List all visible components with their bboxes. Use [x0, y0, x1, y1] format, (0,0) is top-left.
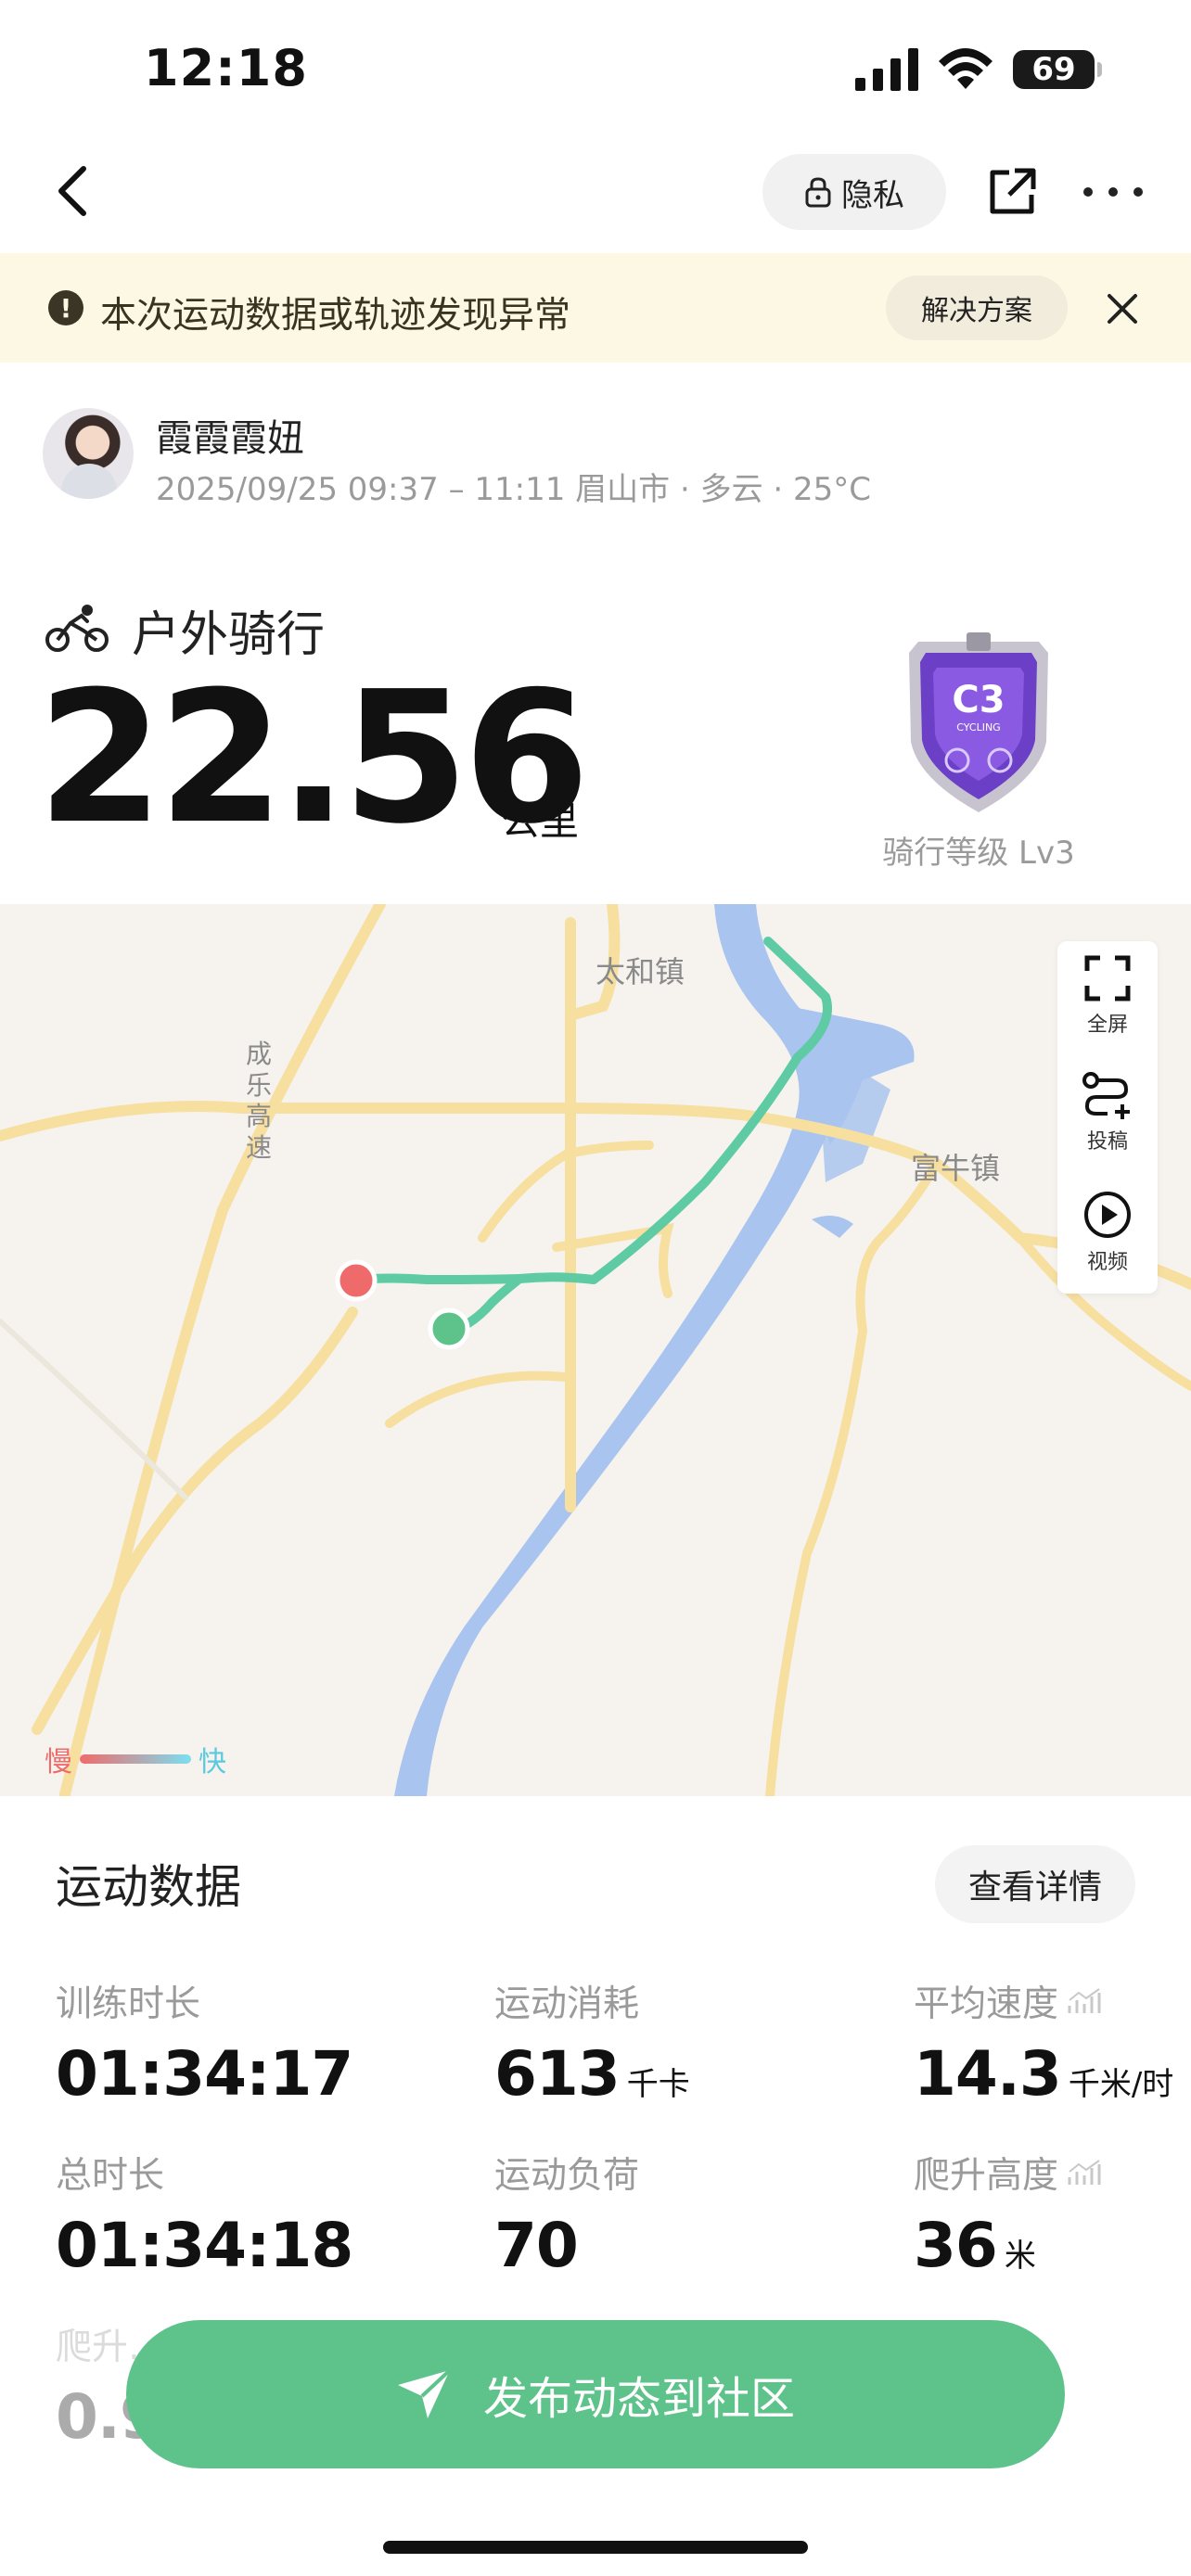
speed-gradient-bar: [80, 1754, 191, 1764]
stat-unit: 米: [1004, 2238, 1036, 2275]
town-label: 太和镇: [596, 954, 685, 989]
submit-route-label: 投稿: [1086, 1130, 1128, 1154]
user-name[interactable]: 霞霞霞妞: [156, 408, 304, 462]
distance-unit: 公里: [501, 798, 580, 844]
fullscreen-label: 全屏: [1086, 1014, 1128, 1037]
stat-label: 训练时长: [56, 1983, 201, 2025]
start-point-marker: [428, 1307, 470, 1350]
warning-text: 本次运动数据或轨迹发现异常: [100, 295, 571, 337]
avatar[interactable]: [43, 408, 134, 499]
stat-training-duration: 训练时长 01:34:17: [56, 1975, 353, 2110]
map-canvas: [0, 904, 1191, 1796]
play-icon: [1084, 1192, 1131, 1238]
chart-trend-icon: [1068, 1988, 1101, 2013]
solution-button[interactable]: 解决方案: [886, 275, 1068, 340]
route-add-icon: [1082, 1072, 1130, 1119]
share-button[interactable]: [985, 165, 1039, 219]
badge-text: C3: [952, 679, 1005, 721]
lock-icon: [805, 177, 831, 208]
privacy-label: 隐私: [841, 176, 904, 214]
cellular-signal-icon: [855, 48, 918, 91]
dot-icon: [1083, 187, 1093, 197]
stat-unit: 千卡: [626, 2066, 690, 2103]
stat-value: 01:34:18: [56, 2210, 353, 2281]
dot-icon: [1108, 187, 1118, 197]
stat-value: 36 米: [914, 2210, 1036, 2281]
more-options-button[interactable]: [1083, 176, 1143, 208]
badge-level-label: 骑行等级 Lv3: [882, 835, 1075, 872]
alert-icon: !: [48, 290, 83, 325]
video-button[interactable]: 视频: [1057, 1190, 1158, 1292]
close-icon[interactable]: [1104, 290, 1141, 327]
route-map[interactable]: 太和镇 富牛镇 成乐高速 全屏 投稿 视频 慢 快: [0, 904, 1191, 1796]
speed-legend: 慢 快: [45, 1739, 226, 1779]
battery-indicator: 69: [1013, 50, 1102, 89]
activity-meta: 2025/09/25 09:37 – 11:11 眉山市 · 多云 · 25°C: [156, 471, 872, 508]
stat-total-duration: 总时长 01:34:18: [56, 2147, 353, 2281]
stat-value: 01:34:17: [56, 2038, 353, 2110]
wifi-icon: [939, 48, 992, 89]
submit-route-button[interactable]: 投稿: [1057, 1071, 1158, 1173]
legend-slow: 慢: [45, 1746, 72, 1779]
warning-banner: ! 本次运动数据或轨迹发现异常 解决方案: [0, 253, 1191, 363]
town-label: 富牛镇: [911, 1151, 1001, 1186]
stat-label: 运动负荷: [494, 2155, 640, 2197]
video-label: 视频: [1086, 1251, 1128, 1274]
stat-label: 爬升高度: [914, 2147, 1101, 2199]
chart-trend-icon: [1068, 2160, 1101, 2185]
cycling-icon: [45, 605, 109, 652]
back-button[interactable]: [46, 165, 98, 217]
badge-subtext: CYCLING: [956, 721, 1000, 733]
end-point-marker: [335, 1259, 378, 1302]
legend-fast: 快: [198, 1746, 226, 1779]
stat-value: 70: [494, 2210, 579, 2281]
post-label: 发布动态到社区: [482, 2373, 795, 2425]
fullscreen-button[interactable]: 全屏: [1057, 954, 1158, 1056]
status-time: 12:18: [144, 39, 308, 97]
stat-calories: 运动消耗 613 千卡: [494, 1975, 690, 2110]
map-toolbar: 全屏 投稿 视频: [1057, 941, 1158, 1294]
view-details-button[interactable]: 查看详情: [935, 1845, 1135, 1923]
share-icon: [990, 168, 1036, 214]
send-icon: [397, 2368, 452, 2418]
stat-label: 平均速度: [914, 1975, 1173, 2027]
post-to-community-button[interactable]: 发布动态到社区: [126, 2320, 1065, 2468]
stat-elevation-gain[interactable]: 爬升高度 36 米: [914, 2147, 1101, 2281]
home-indicator[interactable]: [383, 2541, 808, 2554]
chevron-left-icon: [58, 166, 86, 216]
section-title: 运动数据: [56, 1860, 241, 1914]
stat-avg-speed[interactable]: 平均速度 14.3 千米/时: [914, 1975, 1173, 2110]
stat-training-load: 运动负荷 70: [494, 2147, 639, 2281]
stat-label: 运动消耗: [494, 1983, 640, 2025]
stat-unit: 千米/时: [1068, 2066, 1174, 2103]
stat-value: 613 千卡: [494, 2038, 690, 2110]
stat-label: 总时长: [56, 2155, 165, 2197]
dot-icon: [1133, 187, 1143, 197]
highway-label: 成乐高速: [246, 1039, 273, 1163]
fullscreen-icon: [1084, 955, 1131, 1001]
status-bar: 12:18 69: [0, 0, 1191, 139]
stat-value: 14.3 千米/时: [914, 2038, 1174, 2110]
cycling-level-badge[interactable]: C3 CYCLING: [900, 631, 1057, 816]
privacy-button[interactable]: 隐私: [762, 154, 946, 230]
